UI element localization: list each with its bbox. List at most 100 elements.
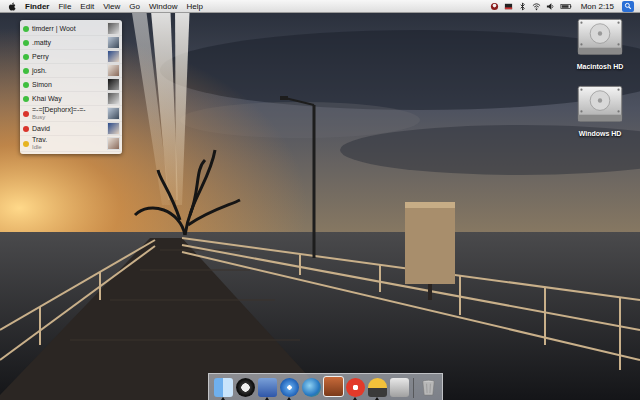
avatar-icon bbox=[107, 92, 120, 105]
buddy-name: Simon bbox=[32, 81, 104, 89]
app-icon bbox=[323, 376, 344, 397]
buddy-row[interactable]: Khai Way bbox=[20, 92, 122, 106]
dock-item[interactable] bbox=[323, 376, 343, 400]
status-dot bbox=[23, 141, 29, 147]
running-indicator bbox=[265, 397, 269, 400]
desktop-drive[interactable]: Macintosh HD bbox=[576, 17, 624, 70]
buddy-row[interactable]: timderr | Woot bbox=[20, 22, 122, 36]
avatar-icon bbox=[107, 78, 120, 91]
status-dot bbox=[23, 111, 29, 117]
desktop: Finder File Edit View Go Window Help Mon 2:15… bbox=[0, 0, 640, 400]
buddy-name: josh. bbox=[32, 67, 104, 75]
menu-item[interactable]: Go bbox=[129, 1, 140, 12]
dock-item[interactable] bbox=[367, 378, 387, 400]
apple-icon[interactable] bbox=[8, 2, 16, 11]
running-indicator bbox=[331, 397, 335, 400]
app-icon bbox=[258, 378, 277, 397]
chat-status-icon[interactable] bbox=[490, 2, 499, 11]
desktop-drive[interactable]: Windows HD bbox=[576, 84, 624, 137]
dock bbox=[208, 373, 443, 400]
dock-item[interactable] bbox=[418, 378, 438, 400]
avatar-icon bbox=[107, 50, 120, 63]
bluetooth-icon[interactable] bbox=[518, 2, 527, 11]
status-dot bbox=[23, 96, 29, 102]
volume-icon[interactable] bbox=[546, 2, 555, 11]
buddy-row[interactable]: josh. bbox=[20, 64, 122, 78]
buddy-list-window[interactable]: timderr | Woot .matty Perry josh. Simon … bbox=[20, 20, 122, 154]
drive-label: Windows HD bbox=[579, 130, 622, 137]
lamp-post bbox=[280, 96, 314, 258]
magnifier-icon bbox=[624, 2, 632, 10]
menu-bar: Finder File Edit View Go Window Help Mon 2:15 bbox=[0, 0, 640, 13]
avatar-icon bbox=[107, 122, 120, 135]
running-indicator bbox=[309, 397, 313, 400]
buddy-row[interactable]: Trav. Idle bbox=[20, 136, 122, 152]
buddy-row[interactable]: .matty bbox=[20, 36, 122, 50]
menu-item[interactable]: View bbox=[103, 1, 120, 12]
spotlight-button[interactable] bbox=[622, 1, 634, 12]
buddy-name: Perry bbox=[32, 53, 104, 61]
battery-icon[interactable] bbox=[560, 2, 572, 11]
app-icon bbox=[390, 378, 409, 397]
menu-item[interactable]: Edit bbox=[80, 1, 94, 12]
buddy-row[interactable]: Perry bbox=[20, 50, 122, 64]
app-icon bbox=[236, 378, 255, 397]
buddy-name: David bbox=[32, 125, 104, 133]
menu-app-name[interactable]: Finder bbox=[25, 1, 49, 12]
app-icon bbox=[302, 378, 321, 397]
running-indicator bbox=[353, 397, 357, 400]
hard-drive-icon bbox=[576, 17, 624, 61]
avatar-icon bbox=[107, 64, 120, 77]
dock-item[interactable] bbox=[301, 378, 321, 400]
menu-item[interactable]: File bbox=[58, 1, 71, 12]
status-dot bbox=[23, 82, 29, 88]
buddy-name: =-=[Dephorx]=-=- bbox=[32, 106, 104, 114]
status-dot bbox=[23, 126, 29, 132]
tree-sculpture bbox=[135, 150, 240, 235]
wifi-icon[interactable] bbox=[532, 2, 541, 11]
dock-item[interactable] bbox=[235, 378, 255, 400]
signal-box bbox=[405, 202, 455, 300]
dock-item[interactable] bbox=[389, 378, 409, 400]
running-indicator bbox=[221, 397, 225, 400]
drive-label: Macintosh HD bbox=[577, 63, 624, 70]
buddy-status: Busy bbox=[32, 114, 104, 121]
avatar-icon bbox=[107, 36, 120, 49]
dock-item[interactable] bbox=[345, 378, 365, 400]
buddy-row[interactable]: Simon bbox=[20, 78, 122, 92]
buddy-name: Trav. bbox=[32, 136, 104, 144]
pier-railing bbox=[0, 238, 640, 370]
status-dot bbox=[23, 26, 29, 32]
status-dot bbox=[23, 68, 29, 74]
avatar-icon bbox=[107, 137, 120, 150]
buddy-name: timderr | Woot bbox=[32, 25, 104, 33]
app-icon bbox=[346, 378, 365, 397]
buddy-name: Khai Way bbox=[32, 95, 104, 103]
running-indicator bbox=[287, 397, 291, 400]
trash-icon bbox=[419, 378, 438, 397]
hard-drive-icon bbox=[576, 84, 624, 128]
avatar-icon bbox=[107, 107, 120, 120]
running-indicator bbox=[397, 397, 401, 400]
avatar-icon bbox=[107, 22, 120, 35]
dock-item[interactable] bbox=[279, 378, 299, 400]
dock-item[interactable] bbox=[213, 378, 233, 400]
running-indicator bbox=[375, 397, 379, 400]
status-dot bbox=[23, 54, 29, 60]
display-icon[interactable] bbox=[504, 2, 513, 11]
buddy-name: .matty bbox=[32, 39, 104, 47]
buddy-row[interactable]: =-=[Dephorx]=-=- Busy bbox=[20, 106, 122, 122]
buddy-row[interactable]: David bbox=[20, 122, 122, 136]
status-dot bbox=[23, 40, 29, 46]
menu-item[interactable]: Window bbox=[149, 1, 177, 12]
menu-clock[interactable]: Mon 2:15 bbox=[581, 1, 614, 12]
dock-item[interactable] bbox=[257, 378, 277, 400]
app-icon bbox=[280, 378, 299, 397]
running-indicator bbox=[426, 397, 430, 400]
buddy-status: Idle bbox=[32, 144, 104, 151]
running-indicator bbox=[243, 397, 247, 400]
dock-separator bbox=[413, 378, 414, 398]
app-icon bbox=[214, 378, 233, 397]
menu-item[interactable]: Help bbox=[186, 1, 202, 12]
app-icon bbox=[368, 378, 387, 397]
